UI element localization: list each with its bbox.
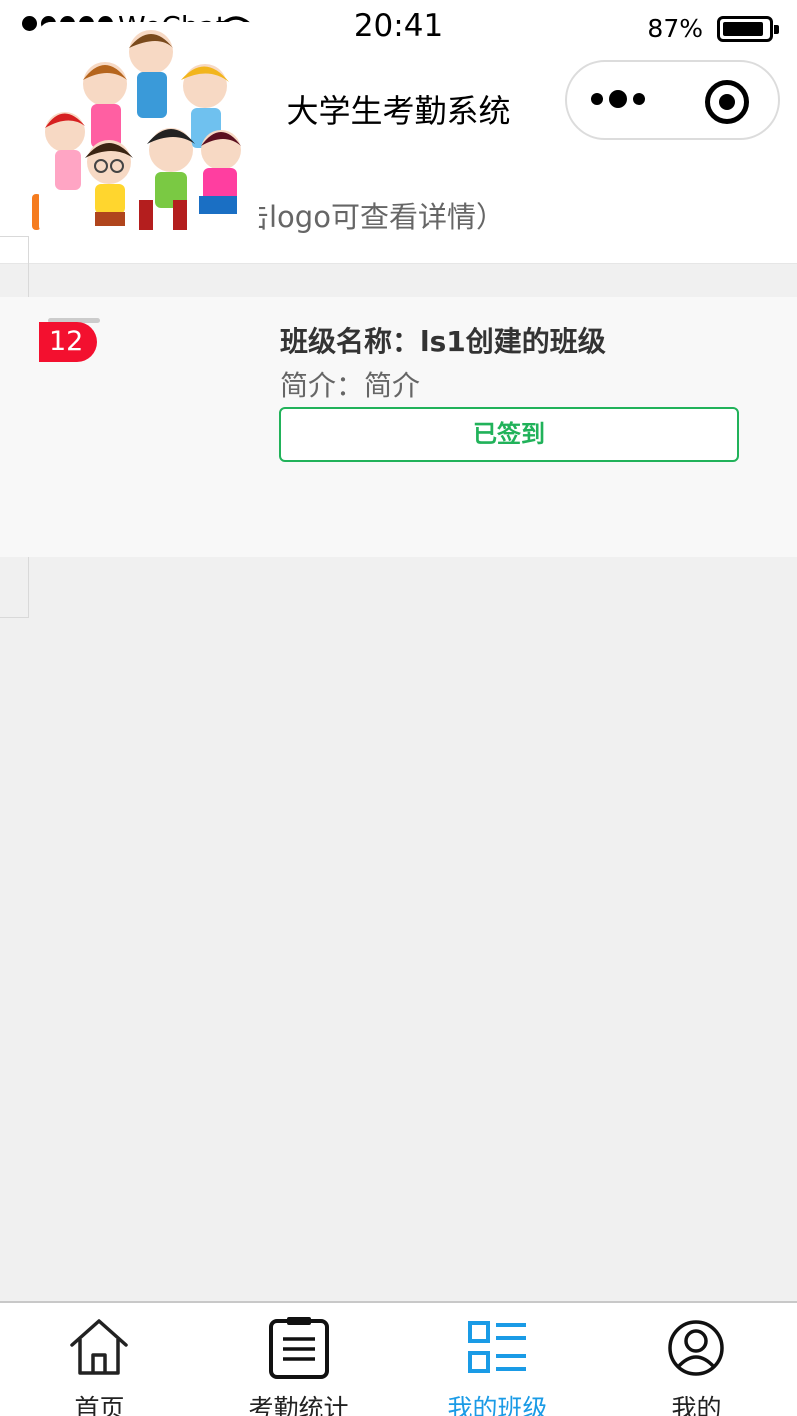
- class-intro: 简介：简介: [280, 369, 421, 402]
- tab-bar: 首页 考勤统计 我的班级 我的: [0, 1301, 797, 1416]
- tab-label: 我的: [671, 1394, 722, 1416]
- divider: [0, 617, 29, 618]
- page: WeChat 20:41 87% 大学生考勤系统 班级列表（点击logo可查看详…: [0, 0, 797, 1416]
- tab-label: 首页: [74, 1394, 125, 1416]
- tab-home[interactable]: 首页: [0, 1303, 199, 1416]
- user-profile-icon: [668, 1320, 724, 1376]
- member-count-badge: 12: [39, 322, 97, 362]
- tab-me[interactable]: 我的: [597, 1303, 796, 1416]
- checked-in-button[interactable]: 已签到: [279, 407, 739, 462]
- clipboard-list-icon: [269, 1317, 329, 1379]
- more-dots-icon[interactable]: [591, 90, 645, 108]
- class-name: 班级名称：ls1创建的班级: [280, 325, 606, 358]
- mini-program-capsule: [565, 60, 780, 140]
- tab-label: 我的班级: [447, 1394, 548, 1416]
- tab-attendance-stats[interactable]: 考勤统计: [199, 1303, 398, 1416]
- capsule-divider: [673, 84, 674, 120]
- grid-list-icon: [468, 1321, 526, 1373]
- divider: [0, 236, 29, 237]
- class-logo-image[interactable]: [39, 22, 259, 237]
- battery-icon: [717, 16, 779, 42]
- battery-percent: 87%: [647, 14, 703, 43]
- target-close-icon[interactable]: [705, 80, 749, 124]
- home-icon: [70, 1319, 128, 1375]
- tab-label: 考勤统计: [248, 1394, 349, 1416]
- tab-my-classes[interactable]: 我的班级: [398, 1303, 597, 1416]
